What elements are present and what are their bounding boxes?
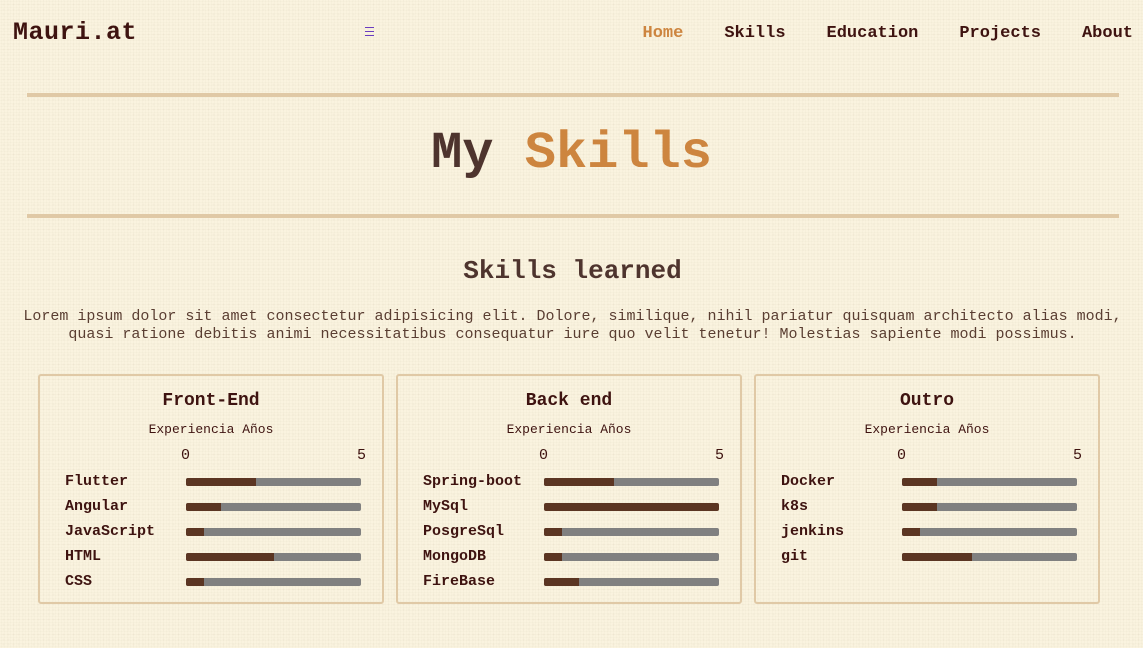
card-subtitle: Experiencia Años: [148, 422, 274, 437]
skill-name: Flutter: [65, 473, 129, 490]
skill-level-fill: [902, 528, 920, 536]
skill-level-fill: [186, 578, 204, 586]
skill-level-fill: [544, 478, 614, 486]
skill-row: k8s: [781, 498, 1081, 523]
skill-name: MySql: [423, 498, 469, 515]
skill-level-bar: [544, 528, 719, 536]
scale-min-label: 0: [539, 447, 549, 464]
skill-level-fill: [186, 528, 204, 536]
skill-name: Docker: [781, 473, 836, 490]
card-subtitle: Experiencia Años: [864, 422, 990, 437]
skill-level-bar: [544, 578, 719, 586]
nav-home[interactable]: Home: [643, 24, 684, 43]
skill-level-fill: [186, 478, 256, 486]
skill-card-back-end: Back end Experiencia Años 0 5 Spring-boo…: [396, 374, 742, 604]
card-title: Outro: [899, 391, 954, 411]
skill-level-fill: [186, 503, 221, 511]
skill-level-fill: [544, 503, 719, 511]
skill-list: Docker k8s jenkins git: [781, 473, 1081, 573]
skill-level-fill: [544, 578, 579, 586]
skill-level-bar: [544, 553, 719, 561]
skill-name: HTML: [65, 548, 102, 565]
skill-cards: Front-End Experiencia Años 0 5 Flutter An…: [38, 374, 1100, 604]
section-description: Lorem ipsum dolor sit amet consectetur a…: [23, 308, 1122, 343]
skill-list: Flutter Angular JavaScript HTML CSS: [65, 473, 365, 598]
page-title: My Skills: [0, 124, 1143, 184]
skill-row: FireBase: [423, 573, 723, 598]
skill-level-bar: [902, 478, 1077, 486]
skill-level-bar: [186, 503, 361, 511]
skill-level-bar: [186, 478, 361, 486]
skill-name: FireBase: [423, 573, 496, 590]
skill-name: MongoDB: [423, 548, 487, 565]
skill-row: Spring-boot: [423, 473, 723, 498]
skill-level-bar: [544, 503, 719, 511]
skill-card-front-end: Front-End Experiencia Años 0 5 Flutter An…: [38, 374, 384, 604]
skill-name: JavaScript: [65, 523, 156, 540]
skill-row: git: [781, 548, 1081, 573]
skill-level-bar: [544, 478, 719, 486]
skill-row: jenkins: [781, 523, 1081, 548]
divider-top: [27, 93, 1119, 97]
skill-level-bar: [186, 578, 361, 586]
nav-about[interactable]: About: [1082, 24, 1133, 43]
skill-name: k8s: [781, 498, 809, 515]
skill-card-outro: Outro Experiencia Años 0 5 Docker k8s jenk…: [754, 374, 1100, 604]
scale-max-label: 5: [1073, 447, 1083, 464]
skill-row: Flutter: [65, 473, 365, 498]
divider-bottom: [27, 214, 1119, 218]
skill-name: Angular: [65, 498, 129, 515]
skill-level-fill: [902, 478, 937, 486]
skill-row: JavaScript: [65, 523, 365, 548]
skill-name: CSS: [65, 573, 93, 590]
skill-row: PosgreSql: [423, 523, 723, 548]
page: Mauri.at Home Skills Education Projects …: [0, 0, 1143, 648]
scale-max-label: 5: [357, 447, 367, 464]
card-subtitle: Experiencia Años: [506, 422, 632, 437]
nav-education[interactable]: Education: [827, 24, 919, 43]
site-header: Mauri.at Home Skills Education Projects …: [0, 0, 1143, 68]
skill-row: Angular: [65, 498, 365, 523]
card-title: Back end: [525, 391, 613, 411]
skill-row: Docker: [781, 473, 1081, 498]
skill-list: Spring-boot MySql PosgreSql MongoDB FireBase: [423, 473, 723, 598]
skill-name: Spring-boot: [423, 473, 523, 490]
brand-logo[interactable]: Mauri.at: [13, 18, 137, 47]
skill-level-bar: [902, 553, 1077, 561]
scale-min-label: 0: [897, 447, 907, 464]
skill-level-bar: [186, 528, 361, 536]
skill-level-fill: [902, 503, 937, 511]
nav-skills[interactable]: Skills: [724, 24, 785, 43]
skill-level-fill: [544, 528, 562, 536]
section-title: Skills learned: [463, 256, 682, 286]
hamburger-menu-icon[interactable]: [365, 27, 374, 36]
skill-level-fill: [186, 553, 274, 561]
page-title-accent: Skills: [524, 124, 712, 183]
skill-row: MongoDB: [423, 548, 723, 573]
nav-projects[interactable]: Projects: [959, 24, 1041, 43]
skill-level-bar: [902, 503, 1077, 511]
skill-name: jenkins: [781, 523, 845, 540]
skill-name: git: [781, 548, 809, 565]
skill-row: HTML: [65, 548, 365, 573]
scale-max-label: 5: [715, 447, 725, 464]
card-title: Front-End: [162, 391, 260, 411]
skill-level-bar: [902, 528, 1077, 536]
scale-min-label: 0: [181, 447, 191, 464]
skill-row: CSS: [65, 573, 365, 598]
skill-level-fill: [902, 553, 972, 561]
skill-row: MySql: [423, 498, 723, 523]
main-nav: Home Skills Education Projects About: [602, 24, 1134, 43]
skill-level-fill: [544, 553, 562, 561]
skill-level-bar: [186, 553, 361, 561]
page-title-prefix: My: [431, 124, 494, 183]
skill-name: PosgreSql: [423, 523, 505, 540]
